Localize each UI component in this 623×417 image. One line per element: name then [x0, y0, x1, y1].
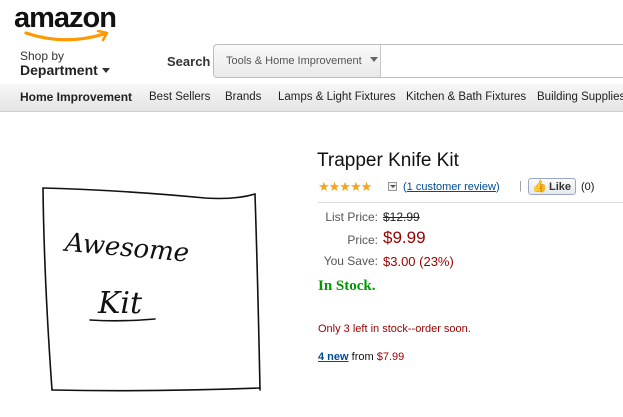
product-image[interactable]: Awesome Kit: [30, 178, 270, 398]
customer-reviews-link[interactable]: (1 customer review): [403, 181, 500, 193]
search-bar: Tools & Home Improvement: [213, 44, 623, 78]
search-category-dropdown[interactable]: Tools & Home Improvement: [214, 45, 381, 77]
amazon-logo[interactable]: amazon: [14, 2, 124, 46]
star-rating[interactable]: ★★★★★: [318, 180, 372, 194]
review-count-text: 1 customer review: [406, 181, 496, 193]
search-label: Search: [167, 54, 211, 69]
department-label: Department: [20, 62, 98, 78]
nav-item-home-improvement[interactable]: Home Improvement: [20, 90, 132, 104]
product-image-caption-line1: Awesome: [62, 228, 190, 269]
chevron-down-icon: [369, 57, 378, 62]
chevron-down-icon: [101, 68, 110, 73]
product-image-caption-line2: Kit: [97, 286, 143, 321]
offers-from-label: from: [351, 351, 374, 363]
nav-item-brands[interactable]: Brands: [225, 91, 261, 103]
availability-status: In Stock.: [318, 278, 376, 294]
new-offers: 4 new from $7.99: [318, 351, 404, 363]
list-price-value: $12.99: [383, 210, 420, 224]
shop-by-label: Shop by: [20, 49, 65, 63]
nav-item-kitchen-bath-fixtures[interactable]: Kitchen & Bath Fixtures: [406, 91, 526, 103]
logo-smile-icon: [24, 30, 109, 42]
low-stock-note: Only 3 left in stock--order soon.: [318, 323, 471, 335]
like-button[interactable]: 👍 Like: [528, 178, 576, 195]
thumbs-up-icon: 👍: [532, 179, 547, 193]
search-category-value: Tools & Home Improvement: [226, 55, 362, 67]
new-offers-link[interactable]: 4 new: [318, 351, 349, 363]
product-title: Trapper Knife Kit: [317, 150, 459, 171]
price-label: Price:: [347, 233, 378, 247]
shop-by-department-menu[interactable]: Department: [20, 62, 110, 78]
category-nav-bar: Home Improvement Best Sellers Brands Lam…: [0, 84, 623, 112]
nav-item-best-sellers[interactable]: Best Sellers: [149, 91, 210, 103]
rating-row: ★★★★★ (1 customer review) | 👍 Like (0): [318, 178, 618, 196]
site-header: amazon Shop by Department Search Tools &…: [0, 0, 623, 112]
divider: |: [519, 180, 522, 192]
rating-dropdown-icon[interactable]: [388, 182, 397, 191]
offers-from-price: $7.99: [376, 351, 405, 363]
list-price-label: List Price:: [325, 210, 378, 224]
savings-label: You Save:: [323, 254, 378, 268]
savings-value: $3.00 (23%): [383, 254, 454, 269]
divider: [318, 202, 623, 203]
nav-item-lamps-light-fixtures[interactable]: Lamps & Light Fixtures: [278, 91, 396, 103]
like-label: Like: [549, 181, 572, 193]
search-input[interactable]: [382, 46, 623, 78]
like-count: (0): [581, 181, 595, 193]
nav-item-building-supplies[interactable]: Building Supplies: [537, 91, 623, 103]
price-value: $9.99: [383, 228, 426, 247]
